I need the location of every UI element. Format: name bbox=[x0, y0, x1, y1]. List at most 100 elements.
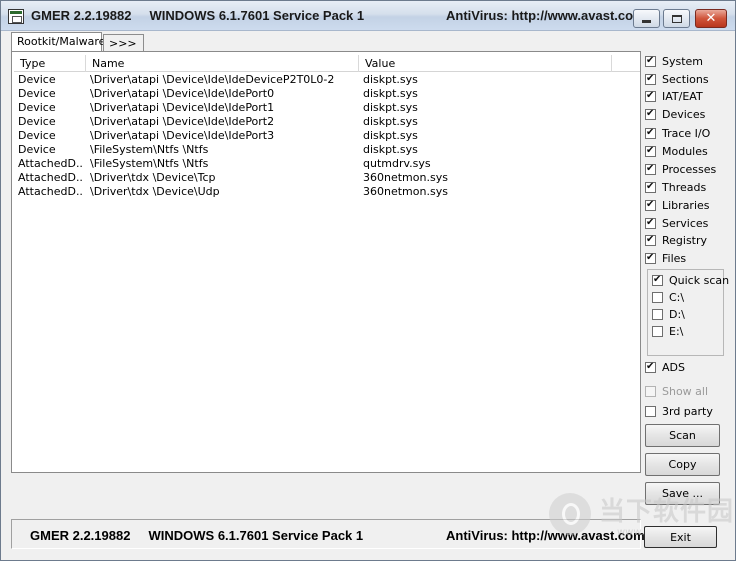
checkbox-registry[interactable] bbox=[645, 233, 656, 247]
option-sections-checkbox[interactable]: Sections bbox=[645, 71, 709, 87]
copy-button[interactable]: Copy bbox=[645, 453, 720, 476]
tab-rootkit-malware[interactable]: Rootkit/Malware bbox=[11, 32, 105, 51]
table-row[interactable]: Device \Driver\atapi \Device\Ide\IdePort3… bbox=[14, 129, 640, 143]
exit-button[interactable]: Exit bbox=[644, 526, 717, 548]
close-button[interactable]: ✕ bbox=[695, 9, 727, 28]
option-label: Devices bbox=[662, 107, 706, 121]
drive-c-checkbox[interactable]: C:\ bbox=[652, 289, 684, 305]
cell-value: diskpt.sys bbox=[363, 143, 418, 156]
drive-label: E:\ bbox=[669, 324, 684, 338]
checkbox-processes[interactable] bbox=[645, 162, 656, 176]
checkbox-system[interactable] bbox=[645, 54, 656, 68]
table-row[interactable]: Device \Driver\atapi \Device\Ide\IdeDevic… bbox=[14, 73, 640, 87]
table-row[interactable]: Device \FileSystem\Ntfs \Ntfs diskpt.sys bbox=[14, 143, 640, 157]
cell-name: \Driver\atapi \Device\Ide\IdePort3 bbox=[90, 129, 275, 142]
cell-type: Device bbox=[18, 129, 56, 142]
drive-e-checkbox[interactable]: E:\ bbox=[652, 323, 683, 339]
option-label: IAT/EAT bbox=[662, 89, 703, 103]
checkbox-drive-c[interactable] bbox=[652, 291, 663, 303]
cell-name: \FileSystem\Ntfs \Ntfs bbox=[90, 157, 209, 170]
option-registry-checkbox[interactable]: Registry bbox=[645, 232, 707, 248]
title-bar[interactable]: GMER 2.2.19882 WINDOWS 6.1.7601 Service … bbox=[1, 1, 735, 31]
close-icon: ✕ bbox=[705, 11, 717, 26]
checkbox-iat-eat[interactable] bbox=[645, 89, 656, 103]
cell-type: Device bbox=[18, 143, 56, 156]
option-label: Trace I/O bbox=[662, 126, 711, 140]
checkbox-trace-io[interactable] bbox=[645, 126, 656, 140]
quick-scan-checkbox[interactable]: Quick scan bbox=[652, 272, 729, 288]
cell-type: Device bbox=[18, 87, 56, 100]
checkbox-modules[interactable] bbox=[645, 144, 656, 158]
option-libraries-checkbox[interactable]: Libraries bbox=[645, 197, 710, 213]
option-services-checkbox[interactable]: Services bbox=[645, 215, 708, 231]
checkbox-third-party[interactable] bbox=[645, 405, 656, 417]
tab-more[interactable]: >>> bbox=[103, 34, 144, 51]
status-text: GMER 2.2.19882 WINDOWS 6.1.7601 Service … bbox=[30, 528, 364, 543]
column-header-name[interactable]: Name bbox=[86, 55, 359, 72]
table-row[interactable]: AttachedD... \Driver\tdx \Device\Tcp 360ne… bbox=[14, 171, 640, 185]
app-icon bbox=[8, 9, 24, 24]
option-threads-checkbox[interactable]: Threads bbox=[645, 179, 706, 195]
drive-d-checkbox[interactable]: D:\ bbox=[652, 306, 685, 322]
option-label: ADS bbox=[662, 360, 685, 374]
watermark-logo-icon bbox=[549, 493, 591, 535]
cell-type: Device bbox=[18, 73, 56, 86]
cell-name: \Driver\tdx \Device\Udp bbox=[90, 185, 220, 198]
checkbox-sections[interactable] bbox=[645, 72, 656, 86]
option-processes-checkbox[interactable]: Processes bbox=[645, 161, 716, 177]
table-row[interactable]: Device \Driver\atapi \Device\Ide\IdePort2… bbox=[14, 115, 640, 129]
cell-value: qutmdrv.sys bbox=[363, 157, 431, 170]
results-list[interactable]: Type Name Value Device \Driver\atapi \Dev… bbox=[11, 51, 641, 473]
checkbox-devices[interactable] bbox=[645, 107, 656, 121]
cell-name: \Driver\tdx \Device\Tcp bbox=[90, 171, 216, 184]
option-devices-checkbox[interactable]: Devices bbox=[645, 106, 705, 122]
cell-name: \Driver\atapi \Device\Ide\IdePort0 bbox=[90, 87, 275, 100]
drive-label: Quick scan bbox=[669, 273, 730, 287]
column-header-filler bbox=[612, 55, 640, 72]
column-header-value[interactable]: Value bbox=[359, 55, 612, 72]
cell-name: \Driver\atapi \Device\Ide\IdePort2 bbox=[90, 115, 275, 128]
cell-value: diskpt.sys bbox=[363, 73, 418, 86]
option-trace-io-checkbox[interactable]: Trace I/O bbox=[645, 125, 710, 141]
table-row[interactable]: Device \Driver\atapi \Device\Ide\IdePort1… bbox=[14, 101, 640, 115]
gmer-window: GMER 2.2.19882 WINDOWS 6.1.7601 Service … bbox=[0, 0, 736, 561]
cell-name: \Driver\atapi \Device\Ide\IdeDeviceP2T0L… bbox=[90, 73, 335, 86]
checkbox-drive-d[interactable] bbox=[652, 308, 663, 320]
list-header: Type Name Value bbox=[14, 55, 640, 72]
drive-label: C:\ bbox=[669, 290, 685, 304]
checkbox-services[interactable] bbox=[645, 216, 656, 230]
maximize-button[interactable] bbox=[663, 9, 690, 28]
checkbox-quick-scan[interactable] bbox=[652, 273, 663, 287]
option-label: System bbox=[662, 54, 704, 68]
option-system-checkbox[interactable]: System bbox=[645, 53, 703, 69]
cell-value: 360netmon.sys bbox=[363, 185, 448, 198]
cell-type: AttachedD... bbox=[18, 185, 82, 198]
checkbox-threads[interactable] bbox=[645, 180, 656, 194]
option-label: Files bbox=[662, 251, 687, 265]
option-iat-eat-checkbox[interactable]: IAT/EAT bbox=[645, 88, 703, 104]
third-party-checkbox[interactable]: 3rd party bbox=[645, 403, 713, 419]
window-title-antivirus: AntiVirus: http://www.avast.com bbox=[446, 8, 645, 23]
checkbox-files[interactable] bbox=[645, 251, 656, 265]
option-modules-checkbox[interactable]: Modules bbox=[645, 143, 708, 159]
cell-type: AttachedD... bbox=[18, 157, 82, 170]
option-label: Modules bbox=[662, 144, 708, 158]
option-label: 3rd party bbox=[662, 404, 713, 418]
option-label: Processes bbox=[662, 162, 717, 176]
list-rows: Device \Driver\atapi \Device\Ide\IdeDevic… bbox=[14, 73, 640, 199]
checkbox-drive-e[interactable] bbox=[652, 325, 663, 337]
column-header-type[interactable]: Type bbox=[14, 55, 86, 72]
table-row[interactable]: AttachedD... \Driver\tdx \Device\Udp 360ne… bbox=[14, 185, 640, 199]
ads-checkbox[interactable]: ADS bbox=[645, 359, 685, 375]
scan-button[interactable]: Scan bbox=[645, 424, 720, 447]
watermark-text: 当下软件园 bbox=[599, 497, 735, 527]
minimize-button[interactable] bbox=[633, 9, 660, 28]
option-label: Show all bbox=[662, 384, 709, 398]
checkbox-ads[interactable] bbox=[645, 360, 656, 374]
table-row[interactable]: Device \Driver\atapi \Device\Ide\IdePort0… bbox=[14, 87, 640, 101]
option-files-checkbox[interactable]: Files bbox=[645, 250, 686, 266]
table-row[interactable]: AttachedD... \FileSystem\Ntfs \Ntfs qutmdr… bbox=[14, 157, 640, 171]
window-title: GMER 2.2.19882 WINDOWS 6.1.7601 Service … bbox=[31, 8, 365, 23]
option-label: Services bbox=[662, 216, 709, 230]
checkbox-libraries[interactable] bbox=[645, 198, 656, 212]
